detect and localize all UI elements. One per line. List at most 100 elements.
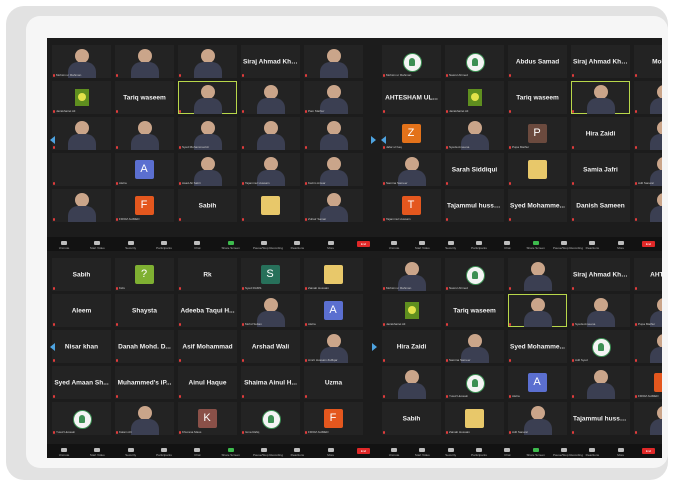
toolbar-button-unmute[interactable]: Unmute: [53, 241, 75, 250]
toolbar-button-share-screen[interactable]: Share Screen: [525, 241, 547, 250]
participant-tile[interactable]: [508, 153, 567, 186]
participant-tile[interactable]: [115, 45, 174, 78]
participant-tile[interactable]: Pam Mathur: [304, 81, 363, 114]
participant-tile[interactable]: Mohsin ur Rahman: [382, 258, 441, 291]
end-button[interactable]: End: [642, 448, 655, 454]
toolbar-button-reactions[interactable]: Reactions: [581, 448, 603, 457]
next-page-icon[interactable]: [371, 136, 376, 144]
toolbar-button-unmute[interactable]: Unmute: [383, 241, 405, 250]
participant-tile[interactable]: [178, 45, 237, 78]
toolbar-button-participants[interactable]: Participants: [468, 448, 490, 457]
participant-tile[interactable]: Sabih: [382, 402, 441, 435]
participant-tile[interactable]: Siraj Ahmad Khan: [571, 45, 630, 78]
participant-tile[interactable]: Tariq waseem: [115, 81, 174, 114]
participant-tile[interactable]: A Aleha: [304, 294, 363, 327]
toolbar-button-participants[interactable]: Participants: [153, 241, 175, 250]
participant-tile[interactable]: Samia Jafri: [571, 153, 630, 186]
participant-tile[interactable]: Siraj Ahmad Khan: [241, 45, 300, 78]
toolbar-button-share-screen[interactable]: Share Screen: [220, 241, 242, 250]
toolbar-button-pause-stop-recording[interactable]: Pause/Stop Recording: [553, 448, 583, 457]
participant-tile[interactable]: [52, 153, 111, 186]
toolbar-button-pause-stop-recording[interactable]: Pause/Stop Recording: [253, 448, 283, 457]
toolbar-button-more[interactable]: More: [320, 448, 342, 457]
participant-tile[interactable]: Adeeba Taqui H...: [178, 294, 237, 327]
participant-tile[interactable]: Uzma: [304, 366, 363, 399]
participant-tile[interactable]: Siraj Ahmad Khan: [571, 258, 630, 291]
toolbar-button-pause-stop-recording[interactable]: Pause/Stop Recording: [553, 241, 583, 250]
participant-tile[interactable]: [241, 81, 300, 114]
participant-tile[interactable]: Danish Sameen: [571, 189, 630, 222]
participant-tile[interactable]: Hira Zaidi: [571, 117, 630, 150]
end-button[interactable]: End: [642, 241, 655, 247]
participant-tile[interactable]: Hira Zaidi: [382, 330, 441, 363]
participant-tile[interactable]: K Khurana Mass: [178, 402, 237, 435]
participant-tile[interactable]: Samina Sameer: [382, 153, 441, 186]
participant-tile[interactable]: Zainab Hussain: [304, 258, 363, 291]
toolbar-button-start-video[interactable]: Start Video: [86, 448, 108, 457]
participant-tile[interactable]: Yusuf Hussain: [52, 402, 111, 435]
participant-tile[interactable]: Zainab Hussain: [445, 402, 504, 435]
toolbar-button-chat[interactable]: Chat: [496, 448, 518, 457]
toolbar-button-participants[interactable]: Participants: [153, 448, 175, 457]
participant-tile[interactable]: Nisar khan: [52, 330, 111, 363]
participant-tile[interactable]: Muhammed's iP...: [115, 366, 174, 399]
participant-tile[interactable]: Tariq waseem: [445, 294, 504, 327]
participant-tile[interactable]: Yusuf Hussain: [445, 366, 504, 399]
toolbar-button-reactions[interactable]: Reactions: [286, 241, 308, 250]
participant-tile[interactable]: AHTESHAM UL...: [382, 81, 441, 114]
participant-tile[interactable]: AHTESH: [634, 258, 662, 291]
participant-tile[interactable]: [52, 189, 111, 222]
end-button[interactable]: End: [357, 241, 370, 247]
participant-tile[interactable]: Z Jafar ul haq: [382, 117, 441, 150]
toolbar-button-unmute[interactable]: Unmute: [53, 448, 75, 457]
participant-tile[interactable]: ? Kids: [115, 258, 174, 291]
toolbar-button-start-video[interactable]: Start Video: [86, 241, 108, 250]
participant-tile[interactable]: [178, 81, 237, 114]
participant-tile[interactable]: A Aleha: [508, 366, 567, 399]
participant-tile[interactable]: Syed Mohammad Ar: [178, 117, 237, 150]
participant-tile[interactable]: [571, 81, 630, 114]
toolbar-button-share-screen[interactable]: Share Screen: [220, 448, 242, 457]
prev-page-icon[interactable]: [381, 136, 386, 144]
participant-tile[interactable]: P Pupa Mathur: [508, 117, 567, 150]
toolbar-button-participants[interactable]: Participants: [468, 241, 490, 250]
participant-tile[interactable]: Adil Sanwar: [508, 402, 567, 435]
participant-tile[interactable]: A Aleha: [115, 153, 174, 186]
prev-page-icon[interactable]: [50, 136, 55, 144]
participant-tile[interactable]: Mohd Sultan: [241, 294, 300, 327]
participant-tile[interactable]: Kazim Anwar: [304, 153, 363, 186]
toolbar-button-share-screen[interactable]: Share Screen: [525, 448, 547, 457]
participant-tile[interactable]: [241, 117, 300, 150]
participant-tile[interactable]: Samina Sameer: [445, 330, 504, 363]
participant-tile[interactable]: [304, 45, 363, 78]
participant-tile[interactable]: Nasrul Ahmed: [445, 258, 504, 291]
participant-tile[interactable]: Sabih: [52, 258, 111, 291]
participant-tile[interactable]: Adil Sanwar: [634, 153, 662, 186]
toolbar-button-security[interactable]: Security: [440, 241, 462, 250]
participant-tile[interactable]: [52, 117, 111, 150]
toolbar-button-start-video[interactable]: Start Video: [411, 448, 433, 457]
participant-tile[interactable]: Moham: [634, 45, 662, 78]
toolbar-button-security[interactable]: Security: [120, 448, 142, 457]
participant-tile[interactable]: [382, 366, 441, 399]
participant-tile[interactable]: [634, 330, 662, 363]
participant-tile[interactable]: Sabih: [178, 189, 237, 222]
participant-tile[interactable]: Jazakhairet Ali: [445, 81, 504, 114]
participant-tile[interactable]: Tariq waseem: [508, 81, 567, 114]
participant-tile[interactable]: Danah Mohd. D...: [115, 330, 174, 363]
participant-tile[interactable]: Tajammul hussain: [445, 189, 504, 222]
participant-tile[interactable]: Shaima Ainul H...: [241, 366, 300, 399]
participant-tile[interactable]: F FIROZ AHMED: [115, 189, 174, 222]
toolbar-button-chat[interactable]: Chat: [186, 448, 208, 457]
participant-tile[interactable]: Syed Mohamme...: [508, 330, 567, 363]
toolbar-button-more[interactable]: More: [320, 241, 342, 250]
participant-tile[interactable]: Aleem: [52, 294, 111, 327]
participant-tile[interactable]: F FIROZ AHMED: [304, 402, 363, 435]
participant-tile[interactable]: Tajammul Hussain: [241, 153, 300, 186]
end-button[interactable]: End: [357, 448, 370, 454]
participant-tile[interactable]: Sarah Siddiqui: [445, 153, 504, 186]
toolbar-button-more[interactable]: More: [610, 448, 632, 457]
participant-tile[interactable]: Nasrul Ahmed: [445, 45, 504, 78]
participant-tile[interactable]: Rk: [178, 258, 237, 291]
participant-tile[interactable]: Jazakhairet Ali: [382, 294, 441, 327]
